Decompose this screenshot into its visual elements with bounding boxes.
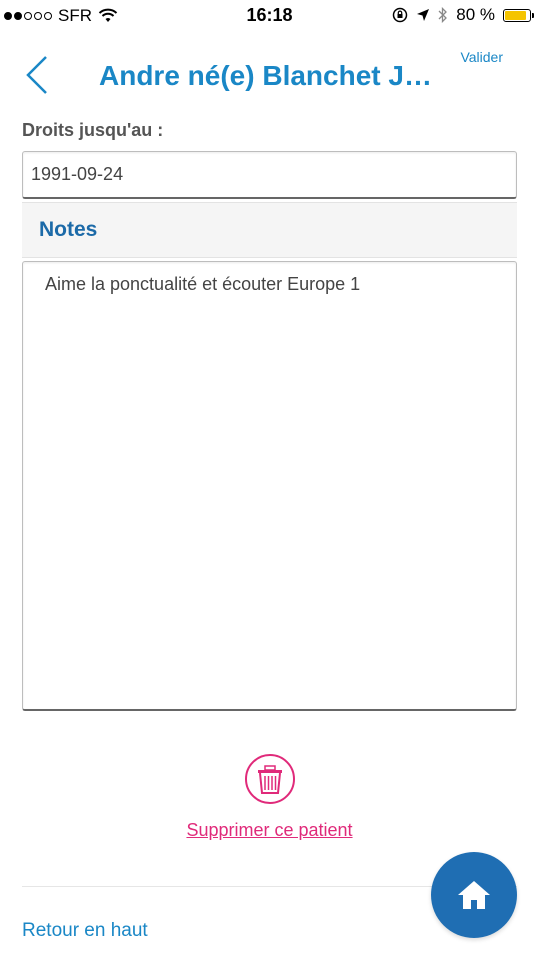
battery-icon (503, 8, 534, 22)
notes-section-header: Notes (22, 202, 517, 258)
trash-icon[interactable] (244, 753, 296, 810)
chevron-left-icon (26, 56, 47, 94)
delete-section: Supprimer ce patient (0, 753, 539, 841)
validate-button[interactable]: Valider (460, 49, 503, 65)
notes-title: Notes (39, 218, 98, 241)
notes-textarea[interactable]: Aime la ponctualité et écouter Europe 1 (22, 261, 517, 711)
page-title: Andre né(e) Blanchet J… (99, 60, 432, 91)
bluetooth-icon (438, 7, 448, 23)
nav-bar: Andre né(e) Blanchet J… Valider (0, 40, 539, 115)
status-right: 80 % (392, 5, 534, 25)
rights-label: Droits jusqu'au : (22, 120, 164, 140)
status-bar: SFR 16:18 80 % (0, 0, 539, 30)
back-button[interactable] (22, 54, 62, 102)
home-button[interactable] (431, 852, 517, 938)
rights-date-input[interactable] (22, 151, 517, 199)
location-icon (417, 9, 430, 21)
rotation-lock-icon (393, 7, 408, 23)
home-icon (458, 881, 490, 909)
back-to-top-link[interactable]: Retour en haut (22, 920, 148, 942)
battery-percent: 80 % (456, 5, 495, 24)
delete-patient-link[interactable]: Supprimer ce patient (0, 820, 539, 841)
